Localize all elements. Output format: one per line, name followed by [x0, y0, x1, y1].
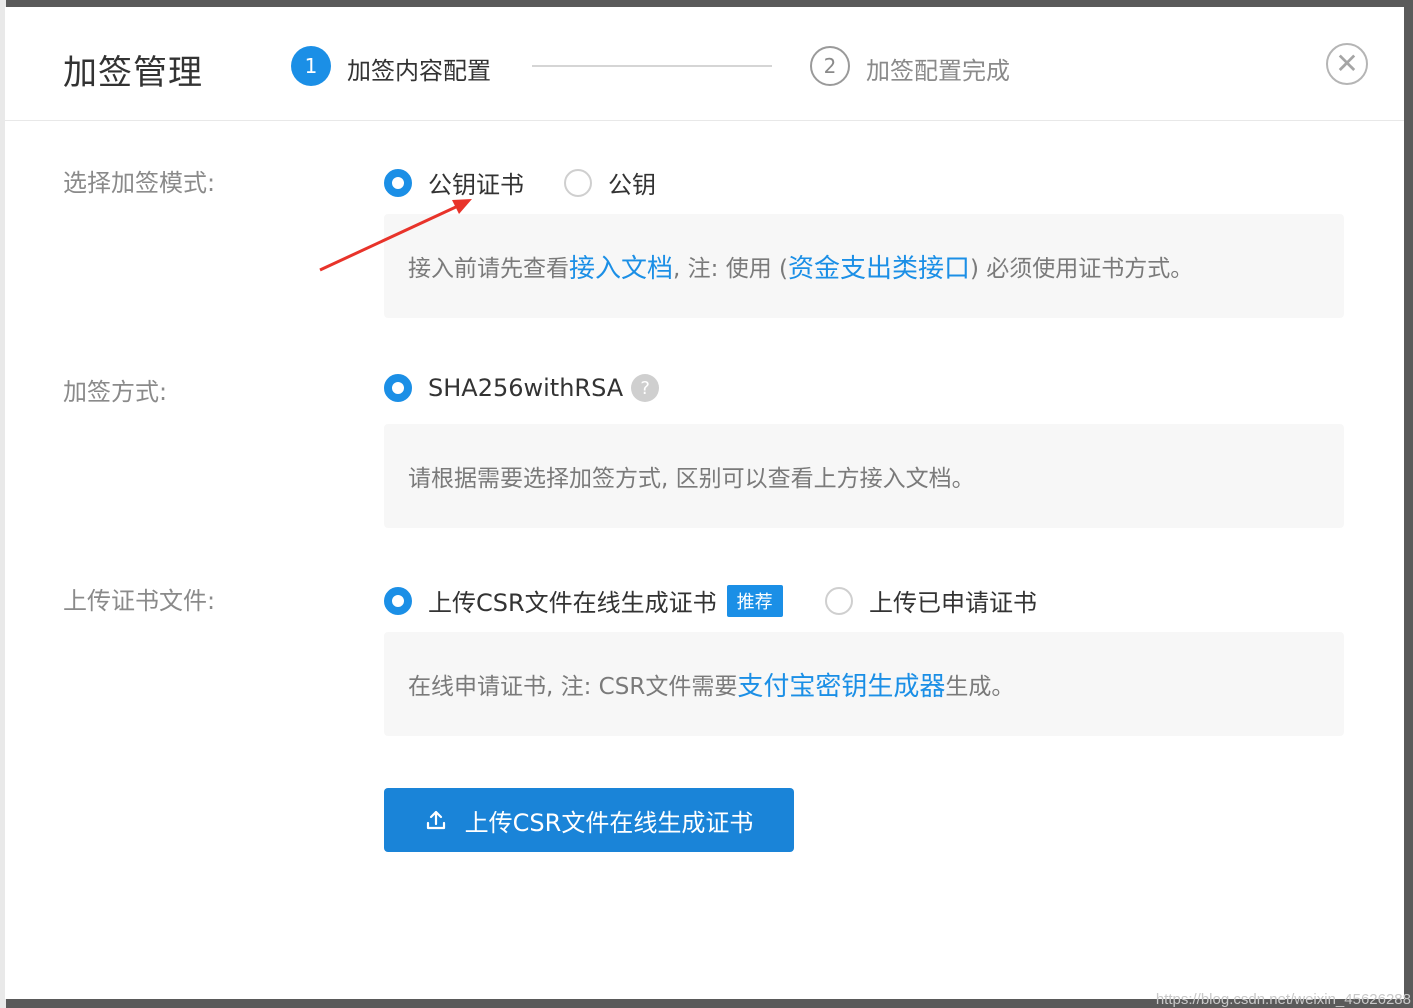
watermark: https://blog.csdn.net/weixin_45626288 [1155, 991, 1411, 1008]
step-1-indicator: 1 [291, 46, 331, 86]
note-text: , 注: 使用 ( [673, 256, 788, 282]
upload-icon [426, 810, 445, 830]
radio-label: SHA256withRSA [428, 374, 624, 402]
radio-label: 上传已申请证书 [869, 589, 1037, 617]
dialog-title: 加签管理 [63, 53, 203, 93]
note-text: 生成。 [945, 674, 1015, 700]
access-doc-link[interactable]: 接入文档 [569, 248, 673, 285]
radio-sha256withrsa[interactable]: SHA256withRSA ? [384, 374, 660, 402]
upload-button-label: 上传CSR文件在线生成证书 [464, 808, 754, 837]
recommended-badge: 推荐 [726, 584, 783, 617]
sign-method-note: 请根据需要选择加签方式, 区别可以查看上方接入文档。 [384, 424, 1344, 528]
sign-mode-note: 接入前请先查看 接入文档 , 注: 使用 ( 资金支出类接口 ) 必须使用证书方… [384, 214, 1344, 318]
help-icon[interactable]: ? [631, 374, 660, 402]
sign-method-label: 加签方式: [63, 378, 168, 406]
radio-checked-icon [384, 586, 412, 615]
upload-cert-label: 上传证书文件: [63, 587, 216, 615]
step-2-label: 加签配置完成 [866, 57, 1010, 85]
step-1-label: 加签内容配置 [347, 57, 491, 85]
note-text: ) 必须使用证书方式。 [970, 256, 1194, 282]
upload-csr-button[interactable]: 上传CSR文件在线生成证书 [384, 788, 794, 852]
radio-unchecked-icon [564, 168, 592, 197]
radio-upload-existing-cert[interactable]: 上传已申请证书 [825, 583, 1037, 618]
note-text: 接入前请先查看 [408, 256, 569, 282]
radio-checked-icon [384, 374, 412, 402]
radio-upload-csr[interactable]: 上传CSR文件在线生成证书 推荐 [384, 583, 783, 618]
sign-management-dialog: 加签管理 1 加签内容配置 2 加签配置完成 ✕ 选择加签模式: 公钥证书 公钥… [5, 7, 1404, 999]
radio-label: 上传CSR文件在线生成证书 [428, 589, 717, 617]
dialog-header: 加签管理 1 加签内容配置 2 加签配置完成 ✕ [5, 7, 1404, 121]
fund-payout-api-link[interactable]: 资金支出类接口 [788, 248, 970, 285]
radio-checked-icon [384, 168, 412, 197]
radio-label: 公钥 [608, 171, 656, 199]
radio-unchecked-icon [825, 586, 853, 615]
upload-cert-note: 在线申请证书, 注: CSR文件需要 支付宝密钥生成器 生成。 [384, 632, 1344, 736]
sign-mode-label: 选择加签模式: [63, 169, 216, 197]
radio-public-key[interactable]: 公钥 [564, 165, 656, 200]
close-button[interactable]: ✕ [1326, 43, 1368, 85]
radio-label: 公钥证书 [428, 171, 524, 199]
note-text: 在线申请证书, 注: CSR文件需要 [408, 674, 738, 700]
step-2-indicator: 2 [810, 46, 850, 86]
step-connector-line [532, 65, 772, 67]
close-icon: ✕ [1335, 47, 1359, 80]
key-generator-link[interactable]: 支付宝密钥生成器 [737, 666, 945, 703]
radio-public-key-cert[interactable]: 公钥证书 [384, 165, 524, 200]
